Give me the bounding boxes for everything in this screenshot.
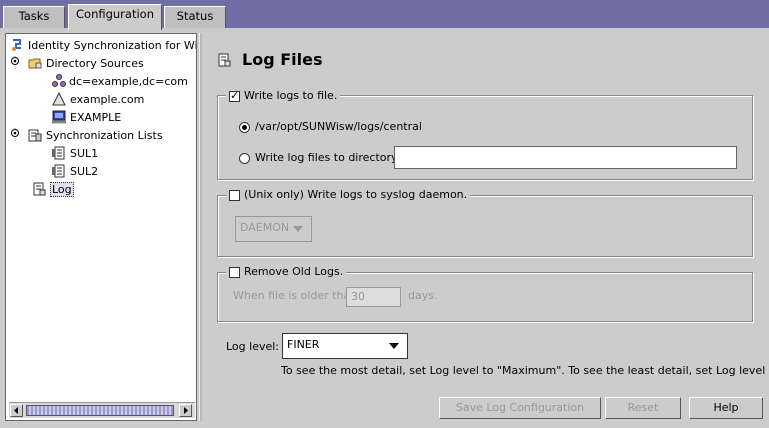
log-file-icon [218,53,231,67]
tree-horizontal-scrollbar[interactable] [9,402,195,418]
tree-item-nt-source[interactable]: EXAMPLE [52,109,121,126]
days-input[interactable]: 30 [346,287,401,307]
syslog-label: (Unix only) Write logs to syslog daemon. [244,188,468,201]
tab-tasks[interactable]: Tasks [3,6,65,28]
log-level-hint: To see the most detail, set Log level to… [281,364,769,377]
scroll-thumb[interactable] [26,405,174,416]
navigation-tree[interactable]: Identity Synchronization for Windo Direc… [5,33,197,421]
sul-icon [52,164,65,178]
tree-expand-handle-icon[interactable] [10,128,20,142]
arrow-left-icon [14,407,18,414]
write-logs-toggle[interactable]: Write logs to file. [226,89,341,103]
custom-dir-radio[interactable] [239,152,250,164]
save-log-configuration-button[interactable]: Save Log Configuration [439,397,601,419]
write-logs-checkbox[interactable] [229,89,240,103]
syslog-facility-value: DAEMON [240,221,290,234]
remove-logs-toggle[interactable]: Remove Old Logs. [226,265,347,279]
log-file-icon [33,182,46,196]
panel-divider[interactable] [199,33,202,421]
days-label: days. [408,289,438,302]
ldap-directory-icon [52,74,66,87]
syslog-checkbox[interactable] [229,189,240,201]
tree-item-sul1[interactable]: SUL1 [52,145,98,162]
syslog-facility-select[interactable]: DAEMON [235,216,312,242]
tree-item-sul2[interactable]: SUL2 [52,163,98,180]
tree-item-ad-source[interactable]: example.com [52,91,144,108]
nt-domain-icon [52,110,66,124]
default-path-label: /var/opt/SUNWisw/logs/central [255,120,422,133]
tab-status[interactable]: Status [164,6,226,28]
chevron-down-icon [293,226,303,232]
sul-icon [52,146,65,160]
tree-root-label: Identity Synchronization for Windo [28,39,197,52]
write-logs-label: Write logs to file. [244,89,338,102]
reset-button[interactable]: Reset [605,397,681,419]
tree-item-label: dc=example,dc=com [69,75,188,88]
remove-logs-checkbox[interactable] [229,266,240,278]
scroll-left-button[interactable] [10,404,23,417]
tree-item-label: Directory Sources [46,57,144,70]
tree-item-ldap-source[interactable]: dc=example,dc=com [52,73,188,90]
directory-input[interactable] [394,146,737,169]
log-level-value: FINER [287,338,320,351]
identity-sync-icon [12,39,21,51]
page-title: Log Files [242,50,323,69]
arrow-right-icon [184,407,188,414]
chevron-down-icon [389,343,399,349]
older-than-label: When file is older than [233,289,358,302]
syslog-toggle[interactable]: (Unix only) Write logs to syslog daemon. [226,188,471,202]
tree-expand-handle-icon[interactable] [10,56,20,70]
tree-root[interactable]: Identity Synchronization for Windo [10,37,197,54]
tree-item-label: EXAMPLE [70,111,122,124]
sync-lists-icon [28,129,42,142]
tree-item-label: SUL2 [70,165,99,178]
folder-icon [28,58,42,69]
tree-item-label: Synchronization Lists [46,129,163,142]
custom-dir-label: Write log files to directory: [255,151,401,164]
tree-item-label: example.com [70,93,145,106]
scroll-right-button[interactable] [179,404,192,417]
log-level-label: Log level: [226,340,280,353]
log-level-select[interactable]: FINER [282,333,408,359]
active-directory-icon [52,92,66,106]
default-path-option[interactable]: /var/opt/SUNWisw/logs/central [239,120,422,134]
tree-item-label: Log [50,182,74,197]
tree-item-directory-sources[interactable]: Directory Sources [28,55,144,72]
tree-item-label: SUL1 [70,147,99,160]
remove-logs-label: Remove Old Logs. [244,265,344,278]
help-button[interactable]: Help [689,397,763,419]
tree-item-synchronization-lists[interactable]: Synchronization Lists [28,127,163,144]
tree-item-log[interactable]: Log [32,181,74,198]
default-path-radio[interactable] [239,121,250,133]
tab-configuration[interactable]: Configuration [68,4,162,30]
custom-dir-option[interactable]: Write log files to directory: [239,151,400,165]
